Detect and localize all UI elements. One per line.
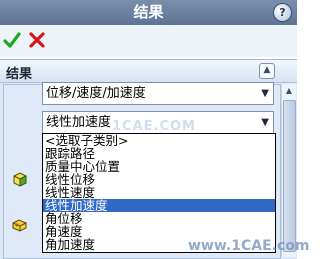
help-icon: ? bbox=[279, 6, 286, 19]
toolbar bbox=[0, 25, 297, 57]
watermark: 1CAE.COM bbox=[112, 119, 196, 134]
scroll-up-arrow-icon[interactable]: ▲ bbox=[282, 84, 296, 98]
help-button[interactable]: ? bbox=[273, 3, 292, 22]
double-chevron-up-icon[interactable]: ▲ bbox=[259, 63, 275, 79]
chevron-down-icon[interactable]: ▼ bbox=[261, 112, 269, 133]
component-cube-icon[interactable] bbox=[11, 170, 29, 188]
watermark: www.1CAE.com bbox=[188, 238, 310, 254]
window-title: 结果 bbox=[133, 3, 164, 21]
part-block-icon[interactable] bbox=[11, 216, 29, 234]
section-title: 结果 bbox=[6, 67, 33, 82]
cross-icon[interactable] bbox=[28, 31, 46, 49]
title-bar: 结果 ? bbox=[0, 0, 297, 25]
result-subcategory-value: 线性加速度 bbox=[46, 115, 112, 130]
checkmark-icon[interactable] bbox=[3, 31, 21, 49]
vertical-scrollbar[interactable]: ▲ bbox=[281, 84, 296, 257]
result-category-select[interactable]: 位移/速度/加速度 ▼ bbox=[42, 82, 274, 105]
section-header[interactable]: 结果 ▲ bbox=[0, 60, 297, 83]
subcategory-dropdown-list[interactable]: <选取子类别> 跟踪路径 质量中心位置 线性位移 线性速度 线性加速度 角位移 … bbox=[42, 133, 276, 253]
chevron-down-icon[interactable]: ▼ bbox=[261, 83, 269, 104]
scroll-thumb[interactable] bbox=[283, 100, 296, 252]
result-category-value: 位移/速度/加速度 bbox=[46, 86, 146, 101]
